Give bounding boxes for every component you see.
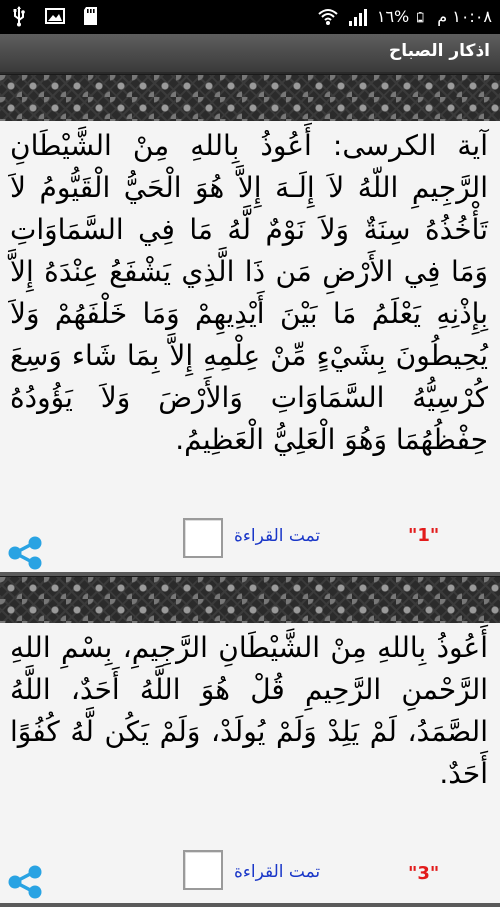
share-icon[interactable] <box>6 863 44 901</box>
battery-icon <box>417 12 424 23</box>
usb-icon <box>13 6 25 27</box>
status-left-icons <box>8 5 102 27</box>
share-icon[interactable] <box>6 534 44 572</box>
sd-card-icon <box>84 7 97 25</box>
dhikr-text: آية الكرسى: أَعُوذُ بِاللهِ مِنْ الشَّيْ… <box>10 129 488 456</box>
dhikr-text: أَعُوذُ بِاللهِ مِنْ الشَّيْطَانِ الرَّج… <box>10 631 488 790</box>
repeat-count: "3" <box>408 863 440 884</box>
read-label[interactable]: تمت القراءة <box>234 862 320 882</box>
dhikr-card: أَعُوذُ بِاللهِ مِنْ الشَّيْطَانِ الرَّج… <box>0 623 500 907</box>
page-title: اذكار الصباح <box>388 41 490 61</box>
ornament-divider <box>0 74 500 122</box>
ornament-divider <box>0 576 500 624</box>
status-right-icons: ١٦% ١٠:٠٨ م <box>317 6 492 28</box>
repeat-count: "1" <box>408 525 440 546</box>
status-bar: ١٦% ١٠:٠٨ م <box>0 0 500 34</box>
wifi-icon <box>318 9 338 25</box>
battery-percent: ١٦% <box>376 7 410 26</box>
read-checkbox[interactable] <box>183 518 223 558</box>
dhikr-card: آية الكرسى: أَعُوذُ بِاللهِ مِنْ الشَّيْ… <box>0 121 500 576</box>
app-title-bar: اذكار الصباح <box>0 34 500 74</box>
read-label[interactable]: تمت القراءة <box>234 526 320 546</box>
clock: ١٠:٠٨ م <box>437 7 492 26</box>
image-icon <box>45 8 65 24</box>
read-checkbox[interactable] <box>183 850 223 890</box>
signal-icon <box>348 9 367 26</box>
